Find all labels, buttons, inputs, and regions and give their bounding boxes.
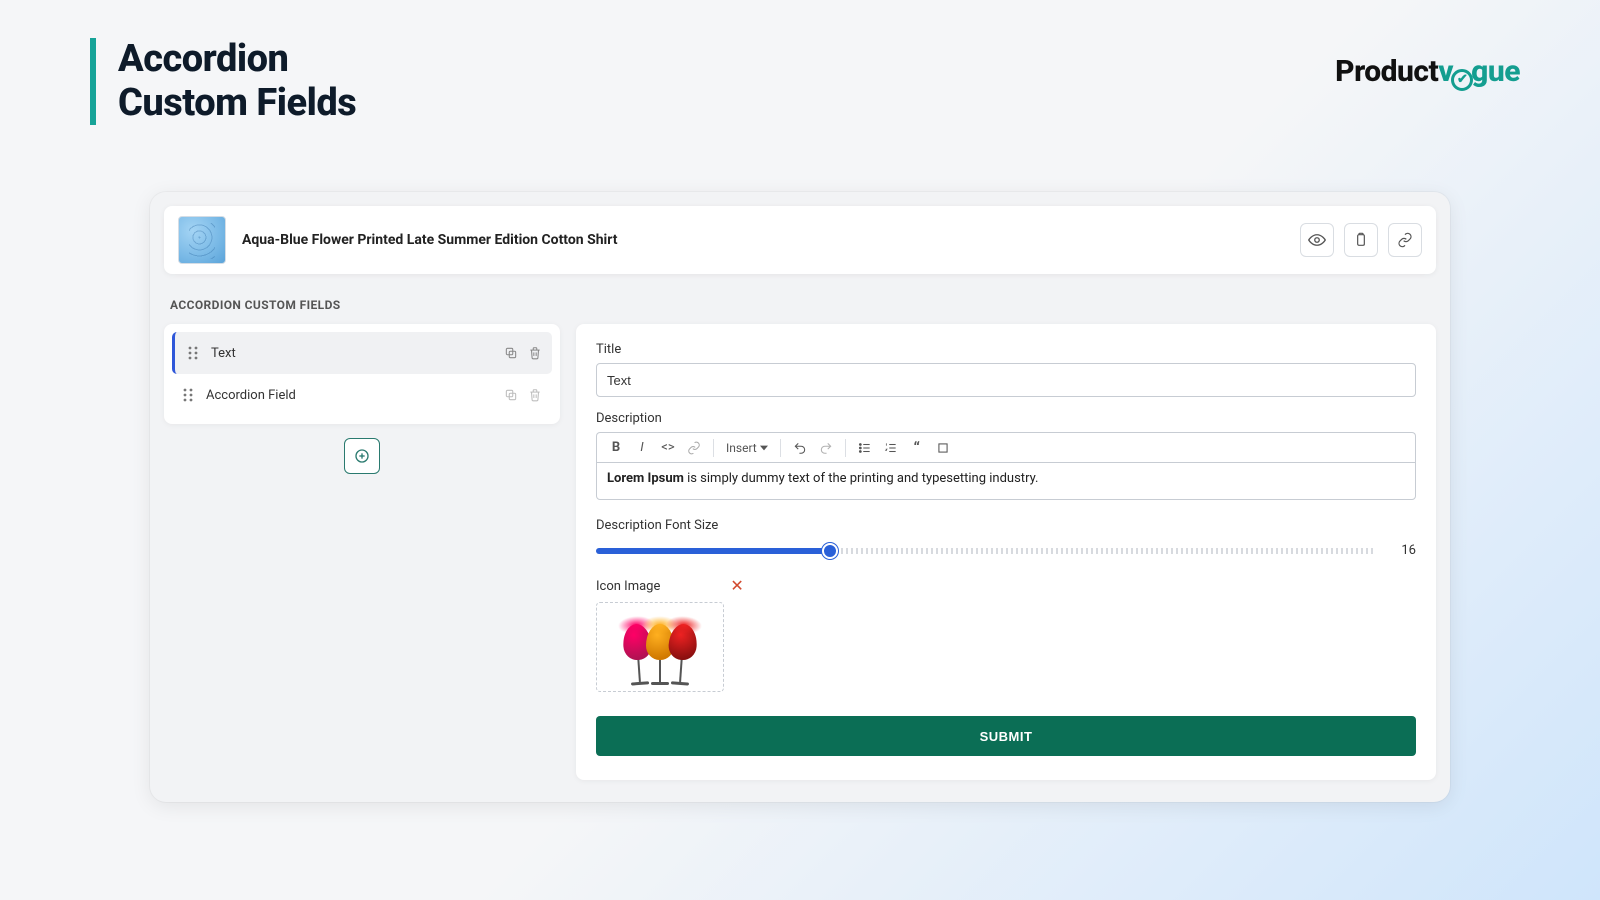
drag-handle-icon[interactable] bbox=[182, 388, 194, 402]
redo-icon bbox=[819, 441, 833, 455]
fontsize-block: Description Font Size 16 bbox=[596, 518, 1416, 558]
eye-icon bbox=[1308, 231, 1326, 249]
page-header: Accordion Custom Fields bbox=[90, 38, 356, 125]
link-icon bbox=[687, 441, 701, 455]
remove-image-button[interactable]: ✕ bbox=[730, 578, 743, 594]
slider-thumb[interactable] bbox=[822, 543, 838, 559]
description-block: Description B I <> Insert bbox=[596, 411, 1416, 500]
fontsize-label: Description Font Size bbox=[596, 518, 1416, 533]
quote-icon: “ bbox=[914, 438, 920, 457]
trash-icon bbox=[528, 346, 542, 360]
delete-button[interactable] bbox=[528, 388, 542, 402]
bold-button[interactable]: B bbox=[605, 437, 627, 459]
field-item-text[interactable]: Text bbox=[172, 332, 552, 374]
description-bold: Lorem Ipsum bbox=[607, 471, 684, 486]
square-icon bbox=[936, 441, 950, 455]
title-label: Title bbox=[596, 342, 1416, 357]
bullet-list-button[interactable] bbox=[854, 437, 876, 459]
chevron-down-icon bbox=[760, 444, 768, 452]
italic-icon: I bbox=[640, 440, 643, 455]
gear-icon: ✔ bbox=[1451, 69, 1473, 91]
preview-button[interactable] bbox=[1300, 223, 1334, 257]
numbered-list-button[interactable] bbox=[880, 437, 902, 459]
delete-button[interactable] bbox=[528, 346, 542, 360]
field-item-label: Accordion Field bbox=[206, 388, 296, 403]
field-item-accordion[interactable]: Accordion Field bbox=[172, 374, 552, 416]
icon-image-preview[interactable] bbox=[596, 602, 724, 692]
bullet-list-icon bbox=[858, 441, 872, 455]
quote-button[interactable]: “ bbox=[906, 437, 928, 459]
field-item-label: Text bbox=[211, 346, 236, 361]
app-card: Aqua-Blue Flower Printed Late Summer Edi… bbox=[150, 192, 1450, 802]
insert-dropdown[interactable]: Insert bbox=[722, 437, 772, 459]
toolbar-separator bbox=[780, 439, 781, 457]
product-thumbnail[interactable] bbox=[178, 216, 226, 264]
plus-circle-icon bbox=[354, 448, 370, 464]
link-icon bbox=[1397, 232, 1413, 248]
duplicate-button[interactable] bbox=[504, 346, 518, 360]
product-actions bbox=[1300, 223, 1422, 257]
code-button[interactable]: <> bbox=[657, 437, 679, 459]
bold-icon: B bbox=[612, 440, 620, 455]
add-field-button[interactable] bbox=[344, 438, 380, 474]
section-label: ACCORDION CUSTOM FIELDS bbox=[170, 298, 1436, 312]
numbered-list-icon bbox=[884, 441, 898, 455]
slider-fill bbox=[596, 548, 830, 554]
preview-graphic bbox=[666, 623, 698, 686]
rte-toolbar: B I <> Insert bbox=[596, 432, 1416, 462]
brand-part2: v✔gue bbox=[1438, 54, 1520, 89]
toolbar-separator bbox=[845, 439, 846, 457]
embed-button[interactable] bbox=[932, 437, 954, 459]
drag-handle-icon[interactable] bbox=[187, 346, 199, 360]
product-title: Aqua-Blue Flower Printed Late Summer Edi… bbox=[242, 232, 617, 248]
brand-part1: Product bbox=[1335, 54, 1438, 89]
redo-button[interactable] bbox=[815, 437, 837, 459]
description-label: Description bbox=[596, 411, 1416, 426]
page-title-line1: Accordion bbox=[118, 37, 288, 81]
fontsize-value: 16 bbox=[1392, 543, 1416, 558]
field-list: Text bbox=[164, 324, 560, 424]
code-icon: <> bbox=[661, 440, 674, 455]
icon-image-block: Icon Image ✕ bbox=[596, 578, 1416, 692]
link-toolbar-button[interactable] bbox=[683, 437, 705, 459]
undo-icon bbox=[793, 441, 807, 455]
page-title-line2: Custom Fields bbox=[118, 81, 356, 125]
clipboard-button[interactable] bbox=[1344, 223, 1378, 257]
copy-icon bbox=[504, 388, 518, 402]
brand-logo: Productv✔gue bbox=[1335, 54, 1520, 91]
copy-icon bbox=[504, 346, 518, 360]
duplicate-button[interactable] bbox=[504, 388, 518, 402]
clipboard-icon bbox=[1353, 232, 1369, 248]
field-item-actions bbox=[504, 388, 542, 402]
field-item-actions bbox=[504, 346, 542, 360]
undo-button[interactable] bbox=[789, 437, 811, 459]
fontsize-slider[interactable] bbox=[596, 548, 1376, 554]
product-bar: Aqua-Blue Flower Printed Late Summer Edi… bbox=[164, 206, 1436, 274]
title-input[interactable] bbox=[596, 363, 1416, 397]
field-sidebar: Text bbox=[164, 324, 560, 780]
description-rest: is simply dummy text of the printing and… bbox=[684, 471, 1039, 486]
icon-image-label: Icon Image bbox=[596, 579, 660, 594]
trash-icon bbox=[528, 388, 542, 402]
editor-panel: Title Description B I <> Insert bbox=[576, 324, 1436, 780]
description-editor[interactable]: Lorem Ipsum is simply dummy text of the … bbox=[596, 462, 1416, 500]
toolbar-separator bbox=[713, 439, 714, 457]
workspace: Text bbox=[164, 324, 1436, 780]
italic-button[interactable]: I bbox=[631, 437, 653, 459]
page-title: Accordion Custom Fields bbox=[118, 38, 356, 125]
link-button[interactable] bbox=[1388, 223, 1422, 257]
submit-button[interactable]: SUBMIT bbox=[596, 716, 1416, 756]
close-icon: ✕ bbox=[730, 576, 743, 595]
